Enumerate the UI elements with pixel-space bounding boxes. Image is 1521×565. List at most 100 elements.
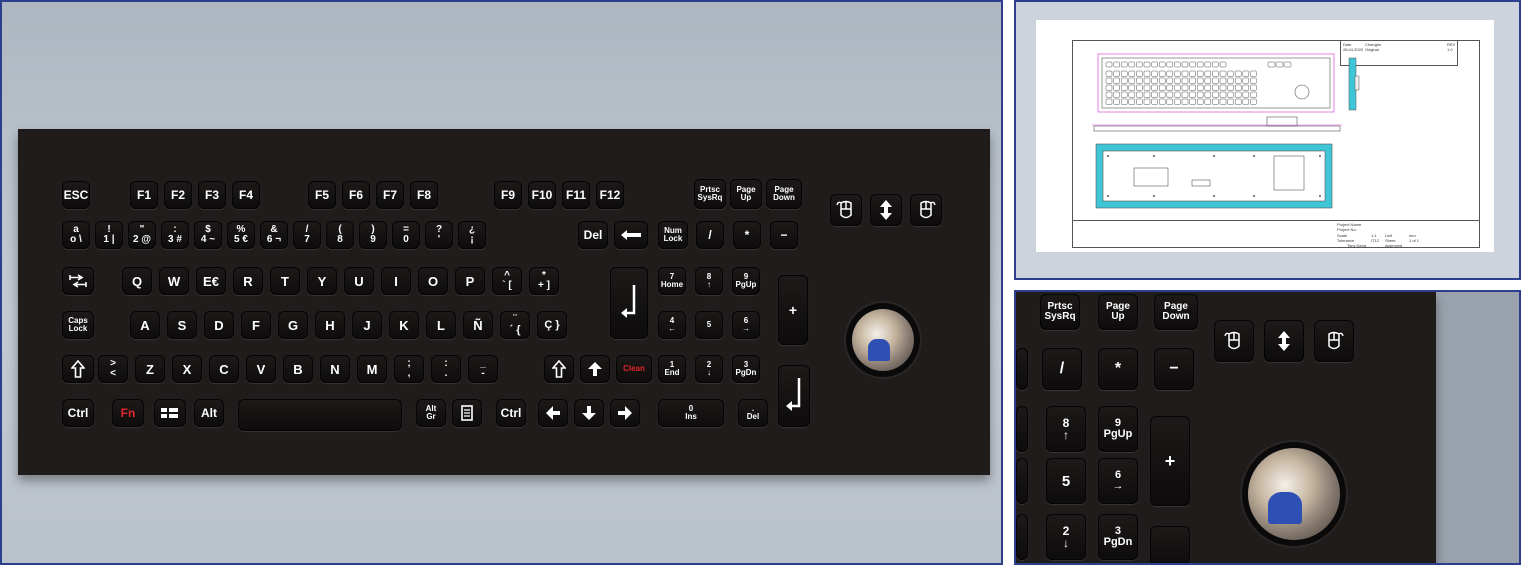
key-row3-7[interactable]: K: [389, 311, 419, 339]
key-num7-2[interactable]: 9 PgUp: [732, 267, 760, 295]
key-esc[interactable]: ESC: [62, 181, 90, 209]
key-f12[interactable]: F12: [596, 181, 624, 209]
key-row2-5[interactable]: Y: [307, 267, 337, 295]
key-row4-7[interactable]: M: [357, 355, 387, 383]
key-row1-1[interactable]: ! 1 |: [95, 221, 123, 249]
key-row3-8[interactable]: L: [426, 311, 456, 339]
key-arrow-right[interactable]: [610, 399, 640, 427]
zoom-key-8[interactable]: 8 ↑: [1046, 406, 1086, 452]
zoom-key-num-enter[interactable]: [1150, 526, 1190, 563]
key-row3-9[interactable]: Ñ: [463, 311, 493, 339]
key-row1-0[interactable]: a o \: [62, 221, 90, 249]
key-row2-1[interactable]: W: [159, 267, 189, 295]
key-row1-2[interactable]: " 2 @: [128, 221, 156, 249]
key-num-lock[interactable]: Num Lock: [658, 221, 688, 249]
key-menu[interactable]: [452, 399, 482, 427]
key-num1-0[interactable]: 1 End: [658, 355, 686, 383]
key-f1[interactable]: F1: [130, 181, 158, 209]
key-row2-2[interactable]: E€: [196, 267, 226, 295]
zoom-key-2[interactable]: 2 ↓: [1046, 514, 1086, 560]
key-f4[interactable]: F4: [232, 181, 260, 209]
key-row3-5[interactable]: H: [315, 311, 345, 339]
zoom-key-page-up[interactable]: Page Up: [1098, 294, 1138, 330]
key-num-0[interactable]: 0 Ins: [658, 399, 724, 427]
trackball[interactable]: [852, 309, 914, 371]
key-row4-10[interactable]: _ -: [468, 355, 498, 383]
key-row1-4[interactable]: $ 4 ~: [194, 221, 222, 249]
zoom-key-5[interactable]: 5: [1046, 458, 1086, 504]
key-backspace[interactable]: [614, 221, 648, 249]
zoom-key-minus[interactable]: −: [1154, 348, 1194, 390]
key-f5[interactable]: F5: [308, 181, 336, 209]
zoom-key-partial-2[interactable]: [1016, 406, 1028, 452]
key-num-del[interactable]: . Del: [738, 399, 768, 427]
key-row2-7[interactable]: I: [381, 267, 411, 295]
key-row2-10[interactable]: ^ ` [: [492, 267, 522, 295]
key-row4-8[interactable]: ; ,: [394, 355, 424, 383]
key-page-down[interactable]: Page Down: [766, 179, 802, 209]
key-enter[interactable]: [610, 267, 648, 339]
key-row2-6[interactable]: U: [344, 267, 374, 295]
key-row1-9[interactable]: ) 9: [359, 221, 387, 249]
key-f9[interactable]: F9: [494, 181, 522, 209]
key-row3-10[interactable]: ¨ ´ {: [500, 311, 530, 339]
key-f2[interactable]: F2: [164, 181, 192, 209]
key-num1-2[interactable]: 3 PgDn: [732, 355, 760, 383]
key-prtsc[interactable]: Prtsc SysRq: [694, 179, 726, 209]
key-left-shift[interactable]: [62, 355, 94, 383]
key-num-0[interactable]: /: [696, 221, 724, 249]
key-row3-1[interactable]: S: [167, 311, 197, 339]
key-row2-8[interactable]: O: [418, 267, 448, 295]
key-num-plus[interactable]: +: [778, 275, 808, 345]
scroll-toggle-button[interactable]: [870, 194, 902, 226]
key-row1-10[interactable]: = 0: [392, 221, 420, 249]
key-row4-3[interactable]: C: [209, 355, 239, 383]
key-row2-4[interactable]: T: [270, 267, 300, 295]
key-right-ctrl[interactable]: Ctrl: [496, 399, 526, 427]
key-num7-1[interactable]: 8 ↑: [695, 267, 723, 295]
key-page-up[interactable]: Page Up: [730, 179, 762, 209]
key-num1-1[interactable]: 2 ↓: [695, 355, 723, 383]
zoom-key-prtsc[interactable]: Prtsc SysRq: [1040, 294, 1080, 330]
zoom-key-partial-3[interactable]: [1016, 458, 1028, 504]
key-row4-6[interactable]: N: [320, 355, 350, 383]
key-windows[interactable]: [154, 399, 186, 427]
key-row3-0[interactable]: A: [130, 311, 160, 339]
zoom-key-plus[interactable]: +: [1150, 416, 1190, 506]
key-row4-4[interactable]: V: [246, 355, 276, 383]
zoom-key-asterisk[interactable]: *: [1098, 348, 1138, 390]
key-num4-2[interactable]: 6 →: [732, 311, 760, 339]
key-row2-3[interactable]: R: [233, 267, 263, 295]
key-row3-4[interactable]: G: [278, 311, 308, 339]
key-del[interactable]: Del: [578, 221, 608, 249]
key-arrow-down[interactable]: [574, 399, 604, 427]
key-f10[interactable]: F10: [528, 181, 556, 209]
key-alt-gr[interactable]: Alt Gr: [416, 399, 446, 427]
key-arrow-left[interactable]: [538, 399, 568, 427]
key-f6[interactable]: F6: [342, 181, 370, 209]
zoom-mouse-left-button[interactable]: [1214, 320, 1254, 362]
zoom-key-partial-4[interactable]: [1016, 514, 1028, 560]
zoom-key-slash[interactable]: /: [1042, 348, 1082, 390]
mouse-left-button[interactable]: [830, 194, 862, 226]
zoom-key-6[interactable]: 6 →: [1098, 458, 1138, 504]
key-row1-3[interactable]: : 3 #: [161, 221, 189, 249]
key-spacebar[interactable]: [238, 399, 402, 431]
key-row3-2[interactable]: D: [204, 311, 234, 339]
key-row3-11[interactable]: Ç }: [537, 311, 567, 339]
key-left-ctrl[interactable]: Ctrl: [62, 399, 94, 427]
key-tab[interactable]: [62, 267, 94, 295]
key-f7[interactable]: F7: [376, 181, 404, 209]
key-row1-8[interactable]: ( 8: [326, 221, 354, 249]
key-num-enter[interactable]: [778, 365, 810, 427]
mouse-right-button[interactable]: [910, 194, 942, 226]
key-row4-1[interactable]: Z: [135, 355, 165, 383]
key-row1-7[interactable]: / 7: [293, 221, 321, 249]
key-num-2[interactable]: −: [770, 221, 798, 249]
key-arrow-up[interactable]: [580, 355, 610, 383]
key-row2-11[interactable]: * + ]: [529, 267, 559, 295]
key-row3-3[interactable]: F: [241, 311, 271, 339]
zoom-key-page-down[interactable]: Page Down: [1154, 294, 1198, 330]
key-num7-0[interactable]: 7 Home: [658, 267, 686, 295]
key-row1-12[interactable]: ¿ ¡: [458, 221, 486, 249]
